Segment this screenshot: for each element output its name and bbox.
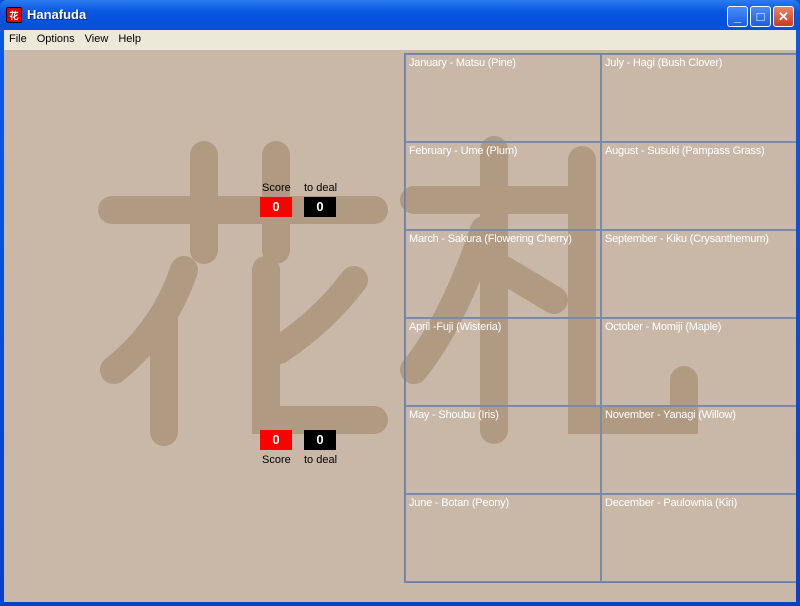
player-score: 0 xyxy=(260,430,292,450)
month-cell-august[interactable]: August - Susuki (Pampass Grass) xyxy=(601,142,796,230)
month-cell-march[interactable]: March - Sakura (Flowering Cherry) xyxy=(405,230,601,318)
player-to-deal: 0 xyxy=(304,430,336,450)
month-cell-february[interactable]: February - Ume (Plum) xyxy=(405,142,601,230)
menu-help[interactable]: Help xyxy=(113,30,146,50)
opponent-score-label: Score xyxy=(262,182,291,194)
month-cell-may[interactable]: May - Shoubu (Iris) xyxy=(405,406,601,494)
player-score-label: Score xyxy=(262,454,291,466)
opponent-deal-label: to deal xyxy=(304,182,338,194)
menu-view[interactable]: View xyxy=(80,30,114,50)
game-board[interactable]: Score to deal 0 0 0 0 Score to deal Janu… xyxy=(4,50,796,602)
menu-bar: File Options View Help xyxy=(4,30,796,50)
player-deal-label: to deal xyxy=(304,454,338,466)
title-bar[interactable]: 花 Hanafuda _ □ ✕ xyxy=(0,0,800,30)
opponent-score: 0 xyxy=(260,197,292,217)
maximize-button[interactable]: □ xyxy=(750,6,771,27)
month-cell-december[interactable]: December - Paulownia (Kiri) xyxy=(601,494,796,582)
month-cell-april[interactable]: April -Fuji (Wisteria) xyxy=(405,318,601,406)
month-cell-june[interactable]: June - Botan (Peony) xyxy=(405,494,601,582)
opponent-to-deal: 0 xyxy=(304,197,336,217)
menu-options[interactable]: Options xyxy=(32,30,80,50)
app-window: 花 Hanafuda _ □ ✕ File Options View Help Sco… xyxy=(0,0,800,606)
menu-file[interactable]: File xyxy=(4,30,32,50)
month-cell-january[interactable]: January - Matsu (Pine) xyxy=(405,54,601,142)
month-cell-october[interactable]: October - Momiji (Maple) xyxy=(601,318,796,406)
month-cell-november[interactable]: November - Yanagi (Willow) xyxy=(601,406,796,494)
close-button[interactable]: ✕ xyxy=(773,6,794,27)
minimize-button[interactable]: _ xyxy=(727,6,748,27)
app-icon[interactable]: 花 xyxy=(6,7,22,23)
month-cell-july[interactable]: July - Hagi (Bush Clover) xyxy=(601,54,796,142)
window-title: Hanafuda xyxy=(27,7,87,22)
month-cell-september[interactable]: September - Kiku (Crysanthemum) xyxy=(601,230,796,318)
month-grid: January - Matsu (Pine) July - Hagi (Bush… xyxy=(404,53,796,583)
